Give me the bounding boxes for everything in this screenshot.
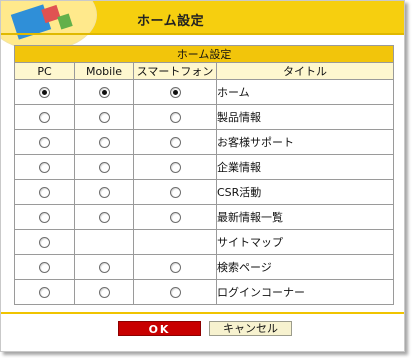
table-row: お客様サポート bbox=[14, 129, 395, 155]
radio-smartphone[interactable] bbox=[169, 187, 181, 198]
radio-smartphone[interactable] bbox=[169, 262, 181, 273]
page-title-cell: CSR活動 bbox=[215, 179, 395, 205]
radio-pc[interactable] bbox=[39, 287, 50, 298]
header-divider bbox=[1, 33, 404, 35]
cell-pc bbox=[14, 129, 75, 155]
table-row: 企業情報 bbox=[14, 154, 395, 180]
cell-pc bbox=[14, 104, 75, 130]
radio-pc[interactable] bbox=[39, 162, 50, 173]
radio-smartphone[interactable] bbox=[169, 112, 181, 123]
cell-mobile bbox=[74, 79, 134, 105]
column-header-smartphone: スマートフォン bbox=[133, 62, 217, 80]
table-row: ログインコーナー bbox=[14, 279, 395, 305]
radio-pc[interactable] bbox=[39, 137, 50, 148]
cell-pc bbox=[14, 279, 75, 305]
page-title-cell: 最新情報一覧 bbox=[215, 204, 395, 230]
home-settings-table: ホーム設定 PC Mobile スマートフォン タイトル ホーム 製品情報 お客様サ… bbox=[13, 45, 395, 305]
cell-mobile bbox=[74, 229, 134, 255]
radio-mobile[interactable] bbox=[98, 87, 110, 98]
dialog-title: ホーム設定 bbox=[137, 14, 205, 29]
cell-pc bbox=[14, 79, 75, 105]
cell-smartphone bbox=[133, 229, 217, 255]
table-row: サイトマップ bbox=[14, 229, 395, 255]
radio-mobile[interactable] bbox=[98, 187, 110, 198]
cell-pc bbox=[14, 154, 75, 180]
page-title-cell: ログインコーナー bbox=[215, 279, 395, 305]
radio-pc[interactable] bbox=[39, 237, 50, 248]
page-title-cell: お客様サポート bbox=[215, 129, 395, 155]
cell-mobile bbox=[74, 279, 134, 305]
table-row: 製品情報 bbox=[14, 104, 395, 130]
dialog-header: ホーム設定 bbox=[1, 1, 404, 51]
cell-mobile bbox=[74, 204, 134, 230]
radio-smartphone[interactable] bbox=[169, 87, 181, 98]
column-header-mobile: Mobile bbox=[74, 62, 134, 80]
radio-mobile[interactable] bbox=[98, 112, 110, 123]
cell-pc bbox=[14, 229, 75, 255]
cell-smartphone bbox=[133, 279, 217, 305]
cell-mobile bbox=[74, 254, 134, 280]
cell-pc bbox=[14, 204, 75, 230]
cell-smartphone bbox=[133, 179, 217, 205]
cell-smartphone bbox=[133, 204, 217, 230]
page-title-cell: 企業情報 bbox=[215, 154, 395, 180]
radio-smartphone[interactable] bbox=[169, 162, 181, 173]
table-row: 検索ページ bbox=[14, 254, 395, 280]
cell-pc bbox=[14, 254, 75, 280]
cell-mobile bbox=[74, 104, 134, 130]
page-title-cell: 検索ページ bbox=[215, 254, 395, 280]
home-settings-dialog: ホーム設定 ホーム設定 PC Mobile スマートフォン タイトル ホーム 製品… bbox=[0, 0, 405, 352]
radio-pc[interactable] bbox=[39, 262, 50, 273]
table-caption: ホーム設定 bbox=[13, 45, 395, 63]
cell-smartphone bbox=[133, 104, 217, 130]
cell-mobile bbox=[74, 129, 134, 155]
cell-mobile bbox=[74, 179, 134, 205]
ok-button[interactable]: OK bbox=[118, 321, 201, 336]
cell-smartphone bbox=[133, 129, 217, 155]
radio-mobile[interactable] bbox=[98, 287, 110, 298]
column-header-pc: PC bbox=[14, 62, 75, 80]
radio-smartphone[interactable] bbox=[169, 287, 181, 298]
page-title-cell: ホーム bbox=[215, 79, 395, 105]
cell-mobile bbox=[74, 154, 134, 180]
column-header-title: タイトル bbox=[215, 62, 395, 80]
radio-mobile[interactable] bbox=[98, 212, 110, 223]
radio-mobile[interactable] bbox=[98, 262, 110, 273]
page-title-cell: サイトマップ bbox=[215, 229, 395, 255]
footer-divider bbox=[1, 312, 404, 314]
table-row: 最新情報一覧 bbox=[14, 204, 395, 230]
page-title-cell: 製品情報 bbox=[215, 104, 395, 130]
radio-pc[interactable] bbox=[39, 87, 50, 98]
cell-pc bbox=[14, 179, 75, 205]
table-body: ホーム 製品情報 お客様サポート 企業情報 CSR活動 最新情報一覧 サイトマップ 検索ページ… bbox=[14, 79, 395, 305]
blocks-logo-icon bbox=[1, 1, 97, 51]
radio-mobile[interactable] bbox=[98, 162, 110, 173]
cell-smartphone bbox=[133, 254, 217, 280]
radio-pc[interactable] bbox=[39, 187, 50, 198]
table-row: CSR活動 bbox=[14, 179, 395, 205]
logo-block-green bbox=[57, 13, 73, 30]
radio-pc[interactable] bbox=[39, 112, 50, 123]
radio-smartphone[interactable] bbox=[169, 137, 181, 148]
radio-pc[interactable] bbox=[39, 212, 50, 223]
radio-smartphone[interactable] bbox=[169, 212, 181, 223]
radio-mobile[interactable] bbox=[98, 137, 110, 148]
cell-smartphone bbox=[133, 154, 217, 180]
cell-smartphone bbox=[133, 79, 217, 105]
cancel-button[interactable]: キャンセル bbox=[209, 321, 292, 336]
table-row: ホーム bbox=[14, 79, 395, 105]
